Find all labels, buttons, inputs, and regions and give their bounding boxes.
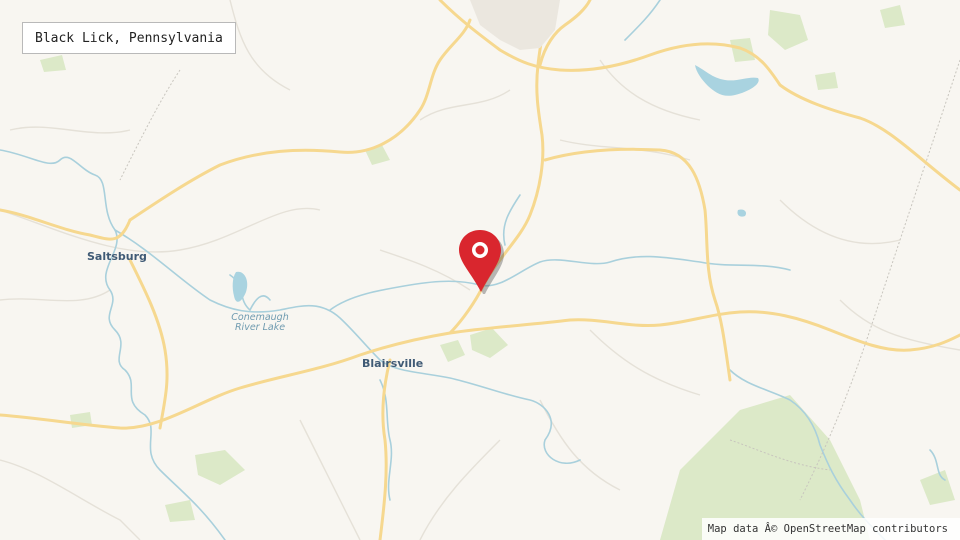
- place-label-saltsburg: Saltsburg: [87, 250, 147, 263]
- park-area: [920, 470, 955, 505]
- park-area: [768, 10, 808, 50]
- highway: [543, 147, 732, 382]
- park-area: [440, 340, 465, 362]
- highway: [128, 258, 169, 430]
- place-label-blairsville: Blairsville: [362, 357, 424, 370]
- river: [624, 0, 661, 41]
- lake-label-line2: River Lake: [234, 322, 286, 333]
- map-title: Black Lick, Pennsylvania: [22, 22, 236, 54]
- park-area: [195, 450, 245, 485]
- park-area: [815, 72, 838, 90]
- park-area: [165, 500, 195, 522]
- map-view[interactable]: Black Lick, Pennsylvania Saltsburg Blair…: [0, 0, 960, 540]
- park-area: [880, 5, 905, 28]
- highway: [0, 310, 960, 430]
- lake-label: Conemaugh River Lake: [224, 313, 296, 333]
- highway: [0, 208, 132, 241]
- highway: [378, 358, 392, 540]
- map-pin-icon: [459, 230, 504, 294]
- river: [0, 149, 226, 540]
- town-area: [470, 0, 560, 50]
- park-area: [40, 55, 66, 72]
- river: [114, 229, 581, 465]
- highway: [448, 290, 482, 335]
- map-attribution[interactable]: Map data Â© OpenStreetMap contributors: [701, 518, 960, 540]
- lake: [737, 209, 747, 217]
- river: [329, 255, 791, 311]
- location-marker[interactable]: [457, 228, 505, 298]
- lake: [232, 271, 248, 302]
- lake: [695, 65, 759, 96]
- park-area: [470, 328, 508, 358]
